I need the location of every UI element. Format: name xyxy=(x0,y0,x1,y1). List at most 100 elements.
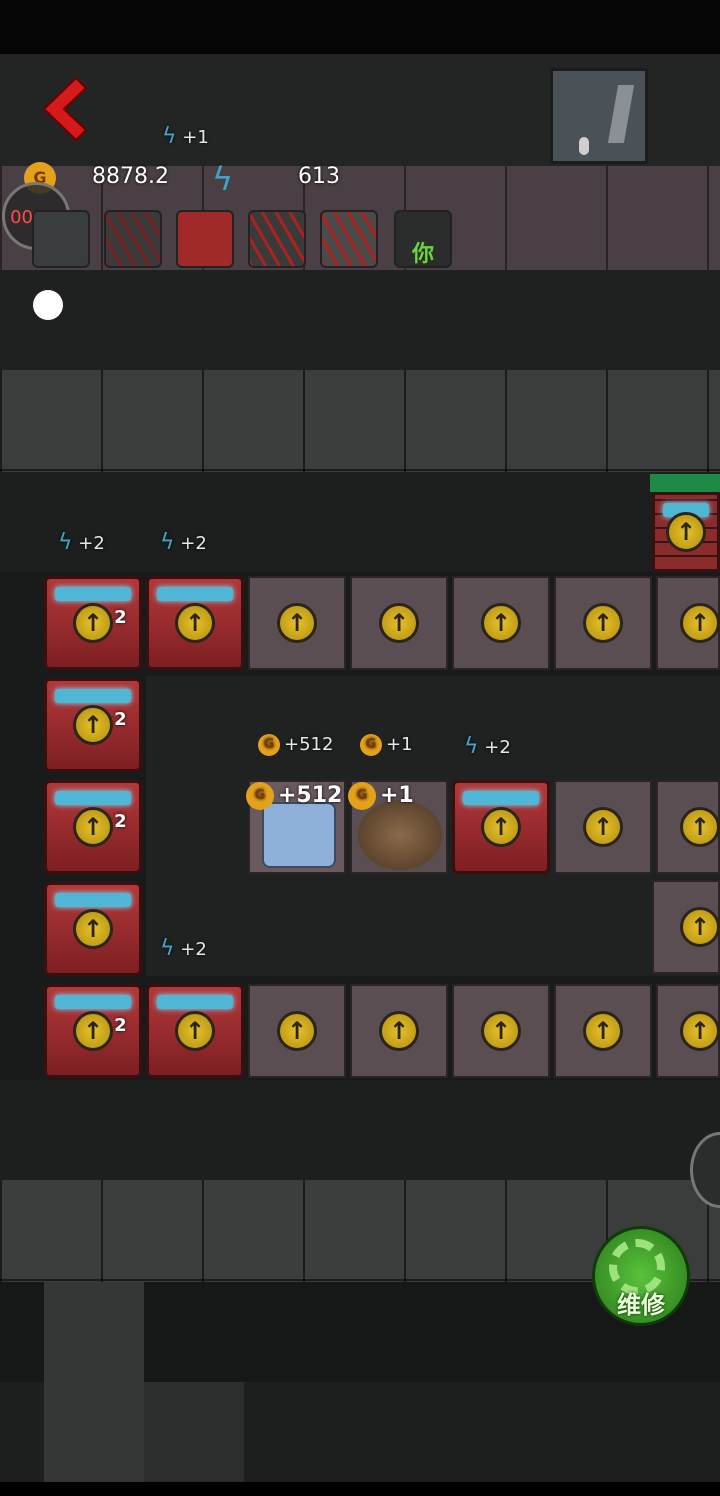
income-label-r1c1: ϟ +2 xyxy=(58,530,105,555)
repair-button[interactable]: 维修 xyxy=(592,1226,690,1326)
upgrade-arrow-icon: ↑ xyxy=(379,1011,419,1051)
player-avatar-3[interactable] xyxy=(176,210,234,268)
slot-r1c5[interactable]: ↑ xyxy=(452,576,550,670)
brick-wall-upgrade[interactable]: ↑ xyxy=(652,492,720,572)
tile-column xyxy=(44,1282,144,1482)
upgrade-arrow-icon: ↑ xyxy=(680,1011,720,1051)
bottom-bar xyxy=(0,1482,720,1496)
upgrade-arrow-icon: ↑ xyxy=(583,603,623,643)
slot-r1c6[interactable]: ↑ xyxy=(554,576,652,670)
gold-coin-icon: G xyxy=(348,782,376,810)
income-value: +512 xyxy=(284,734,334,755)
income-value: +1 xyxy=(386,734,413,755)
upgrade-arrow-icon: ↑ xyxy=(680,807,720,847)
player-avatar-2-scratched[interactable] xyxy=(104,210,162,268)
upgrade-arrow-icon: ↑ xyxy=(680,907,720,947)
chest-r3c1[interactable]: +2 ↑ xyxy=(44,780,142,874)
dirt-pile-icon xyxy=(358,800,442,870)
slot-r5c6[interactable]: ↑ xyxy=(554,984,652,1078)
slot-r1c3[interactable]: ↑ xyxy=(248,576,346,670)
energy-gain-value: +1 xyxy=(182,127,209,148)
income-value: +2 xyxy=(484,737,511,758)
slot-r5c5[interactable]: ↑ xyxy=(452,984,550,1078)
income-value: +2 xyxy=(78,533,105,554)
chest-r5c2[interactable]: ↑ xyxy=(146,984,244,1078)
energy-counter: ϟ 613 xyxy=(212,160,340,198)
player-avatar-5-scratched[interactable] xyxy=(320,210,378,268)
lightning-icon: ϟ xyxy=(58,530,73,555)
upgrade-arrow-icon: ↑ xyxy=(680,603,720,643)
lightning-icon: ϟ xyxy=(160,936,175,961)
slot-r5c3[interactable]: ↑ xyxy=(248,984,346,1078)
upgrade-arrow-icon: ↑ xyxy=(481,603,521,643)
slot-r3c7[interactable]: ↑ xyxy=(656,780,720,874)
upgrade-arrow-icon: ↑ xyxy=(73,807,113,847)
tile-column-2 xyxy=(144,1382,244,1482)
chest-r1c1[interactable]: +2 ↑ xyxy=(44,576,142,670)
back-button[interactable] xyxy=(30,74,90,144)
bed-icon xyxy=(262,802,336,868)
status-dot xyxy=(33,290,63,320)
corridor-band-2 xyxy=(0,472,720,572)
lightning-icon: ϟ xyxy=(162,124,177,149)
upgrade-arrow-icon: ↑ xyxy=(73,603,113,643)
chest-r1c2[interactable]: ↑ xyxy=(146,576,244,670)
upgrade-arrow-icon: ↑ xyxy=(175,1011,215,1051)
upgrade-arrow-icon: ↑ xyxy=(481,1011,521,1051)
door-handle xyxy=(607,85,635,143)
repair-label: 维修 xyxy=(617,1291,665,1319)
income-label-bed: G +512 xyxy=(258,734,333,756)
slot-r1c7[interactable]: ↑ xyxy=(656,576,720,670)
upgrade-arrow-icon: ↑ xyxy=(379,603,419,643)
chest-r3c5[interactable]: ↑ xyxy=(452,780,550,874)
upgrade-arrow-icon: ↑ xyxy=(73,1011,113,1051)
gold-coin-icon: G xyxy=(258,734,280,756)
top-bar xyxy=(0,0,720,54)
player-avatar-4-scratched[interactable] xyxy=(248,210,306,268)
upgrade-arrow-icon: ↑ xyxy=(583,807,623,847)
slot-r4c7[interactable]: ↑ xyxy=(652,880,720,974)
gold-gain-value: +512 xyxy=(278,783,343,808)
lightning-icon: ϟ xyxy=(464,734,479,759)
upgrade-arrow-icon: ↑ xyxy=(666,512,706,552)
top-energy-gain: ϟ +1 xyxy=(162,124,209,149)
back-arrow-icon xyxy=(42,76,88,142)
income-label-dirt: G +1 xyxy=(360,734,413,756)
gold-coin-icon: G xyxy=(360,734,382,756)
corridor-band xyxy=(0,270,720,370)
upgrade-arrow-icon: ↑ xyxy=(175,603,215,643)
gold-coin-icon: G xyxy=(246,782,274,810)
slot-r3c6[interactable]: ↑ xyxy=(554,780,652,874)
income-label-r1c2: ϟ +2 xyxy=(160,530,207,555)
you-label: 你 xyxy=(411,242,434,267)
income-value: +2 xyxy=(180,533,207,554)
lightning-icon: ϟ xyxy=(160,530,175,555)
player-avatar-1[interactable] xyxy=(32,210,90,268)
income-value: +2 xyxy=(180,939,207,960)
dirt-gold-gain: G +1 xyxy=(348,782,414,810)
player-avatar-you[interactable]: 你 xyxy=(394,210,452,268)
bed-gold-gain: G +512 xyxy=(246,782,342,810)
upgrade-arrow-icon: ↑ xyxy=(277,603,317,643)
room-sign xyxy=(650,474,720,492)
slot-r1c4[interactable]: ↑ xyxy=(350,576,448,670)
corridor-band-3 xyxy=(0,1080,720,1180)
lightning-icon: ϟ xyxy=(212,160,234,198)
income-label-r5c2: ϟ +2 xyxy=(160,936,207,961)
chest-r2c1[interactable]: +2 ↑ xyxy=(44,678,142,772)
slot-r5c4[interactable]: ↑ xyxy=(350,984,448,1078)
door[interactable] xyxy=(550,68,648,164)
slot-r5c7[interactable]: ↑ xyxy=(656,984,720,1078)
chest-r4c1[interactable]: ↑ xyxy=(44,882,142,976)
gold-value: 8878.2 xyxy=(92,164,169,189)
chest-r5c1[interactable]: +2 ↑ xyxy=(44,984,142,1078)
upgrade-arrow-icon: ↑ xyxy=(583,1011,623,1051)
tile-row-top xyxy=(0,370,720,472)
upgrade-arrow-icon: ↑ xyxy=(481,807,521,847)
gold-gain-value: +1 xyxy=(380,783,414,808)
door-lock xyxy=(579,137,589,155)
income-label-r3c5: ϟ +2 xyxy=(464,734,511,759)
upgrade-arrow-icon: ↑ xyxy=(73,909,113,949)
game-scene: ↑ +2 ↑ ↑ ↑ ↑ ↑ ↑ ↑ +2 ↑ +2 ↑ ↑ ↑ ↑ ↑ ↑ +… xyxy=(0,0,720,1496)
upgrade-arrow-icon: ↑ xyxy=(277,1011,317,1051)
